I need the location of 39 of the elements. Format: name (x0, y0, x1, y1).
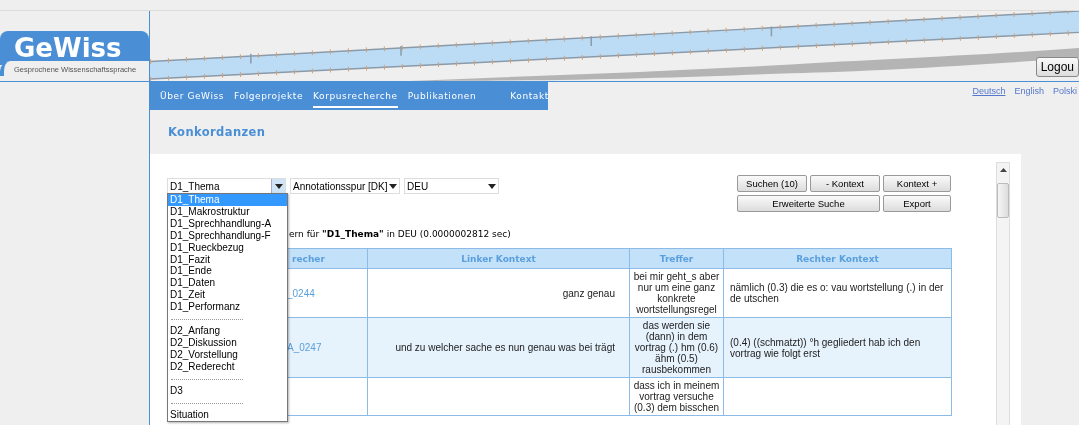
action-button[interactable]: - Kontext (810, 175, 880, 192)
language-link[interactable]: Polski (1053, 86, 1077, 98)
scroll-up-icon[interactable] (999, 168, 1007, 172)
dropdown-option[interactable]: D1_Zeit (168, 289, 287, 302)
action-button[interactable]: Kontext + (883, 175, 951, 192)
table-cell: bei mir geht_s aber nur um eine ganz konkrete wortstellungsregel (633, 271, 720, 315)
column-header: Treffer (629, 248, 724, 269)
action-button[interactable]: Erweiterte Suche (737, 195, 880, 212)
language-link[interactable]: Deutsch (972, 86, 1006, 98)
dropdown-option[interactable]: D1_Performanz (168, 301, 287, 314)
action-button[interactable]: Suchen (10) (737, 175, 807, 192)
scroll-thumb[interactable] (997, 183, 1009, 218)
table-cell: nämlich (0.3) die es o: vau wortstellung (.) in der de utschen (730, 282, 944, 304)
table-cell: ganz genau (562, 287, 615, 299)
table-cell: das werden sie (dann) in dem vortrag (.) hm (0.6) ähm (0.5) rausbekommen (634, 320, 719, 375)
column-header: Linker Kontext (367, 248, 630, 269)
dropdown-option[interactable]: D1_Daten (168, 277, 287, 290)
table-cell: (0.4) ((schmatzt)) °h gegliedert hab ich den vortrag wie folgt erst (730, 336, 921, 359)
dropdown-option[interactable]: Situation (168, 408, 287, 421)
dropdown-option[interactable]: D2_Anfang (168, 325, 287, 337)
dropdown-option[interactable]: D1_Makrostruktur (168, 205, 287, 218)
dropdown-option[interactable]: D1_Sprechhandlung-F (168, 229, 287, 242)
dropdown-option[interactable]: D3 (168, 384, 287, 397)
page-title: Konkordanzen (168, 124, 267, 140)
dropdown[interactable]: DEU (404, 178, 499, 194)
dropdown[interactable]: Annotationsspur [DK] (290, 178, 400, 194)
dropdown-option[interactable]: D1_Fazit (168, 253, 287, 266)
dropdown-option[interactable]: D2_Rederecht (168, 360, 287, 373)
result-summary: ern für "D1_Thema" in DEU (0.0000002812 sec) (289, 229, 511, 239)
scrollbar[interactable] (996, 162, 1010, 425)
logout-button[interactable]: Logou (1035, 57, 1079, 77)
dropdown-option[interactable]: D2_Vorstellung (168, 348, 287, 361)
table-cell: dass ich in meinem vortrag versuche (0.3) dem bisschen (633, 380, 720, 413)
action-button[interactable]: Export (883, 195, 951, 212)
dropdown-option[interactable]: D1_Sprechhandlung-A (168, 217, 287, 230)
table-cell: und zu welcher sache es nun genau was bei trägt (395, 342, 615, 353)
language-link[interactable]: English (1014, 86, 1044, 98)
column-header: Rechter Kontext (723, 248, 952, 269)
dropdown-option[interactable]: D2_Diskussion (168, 336, 287, 349)
